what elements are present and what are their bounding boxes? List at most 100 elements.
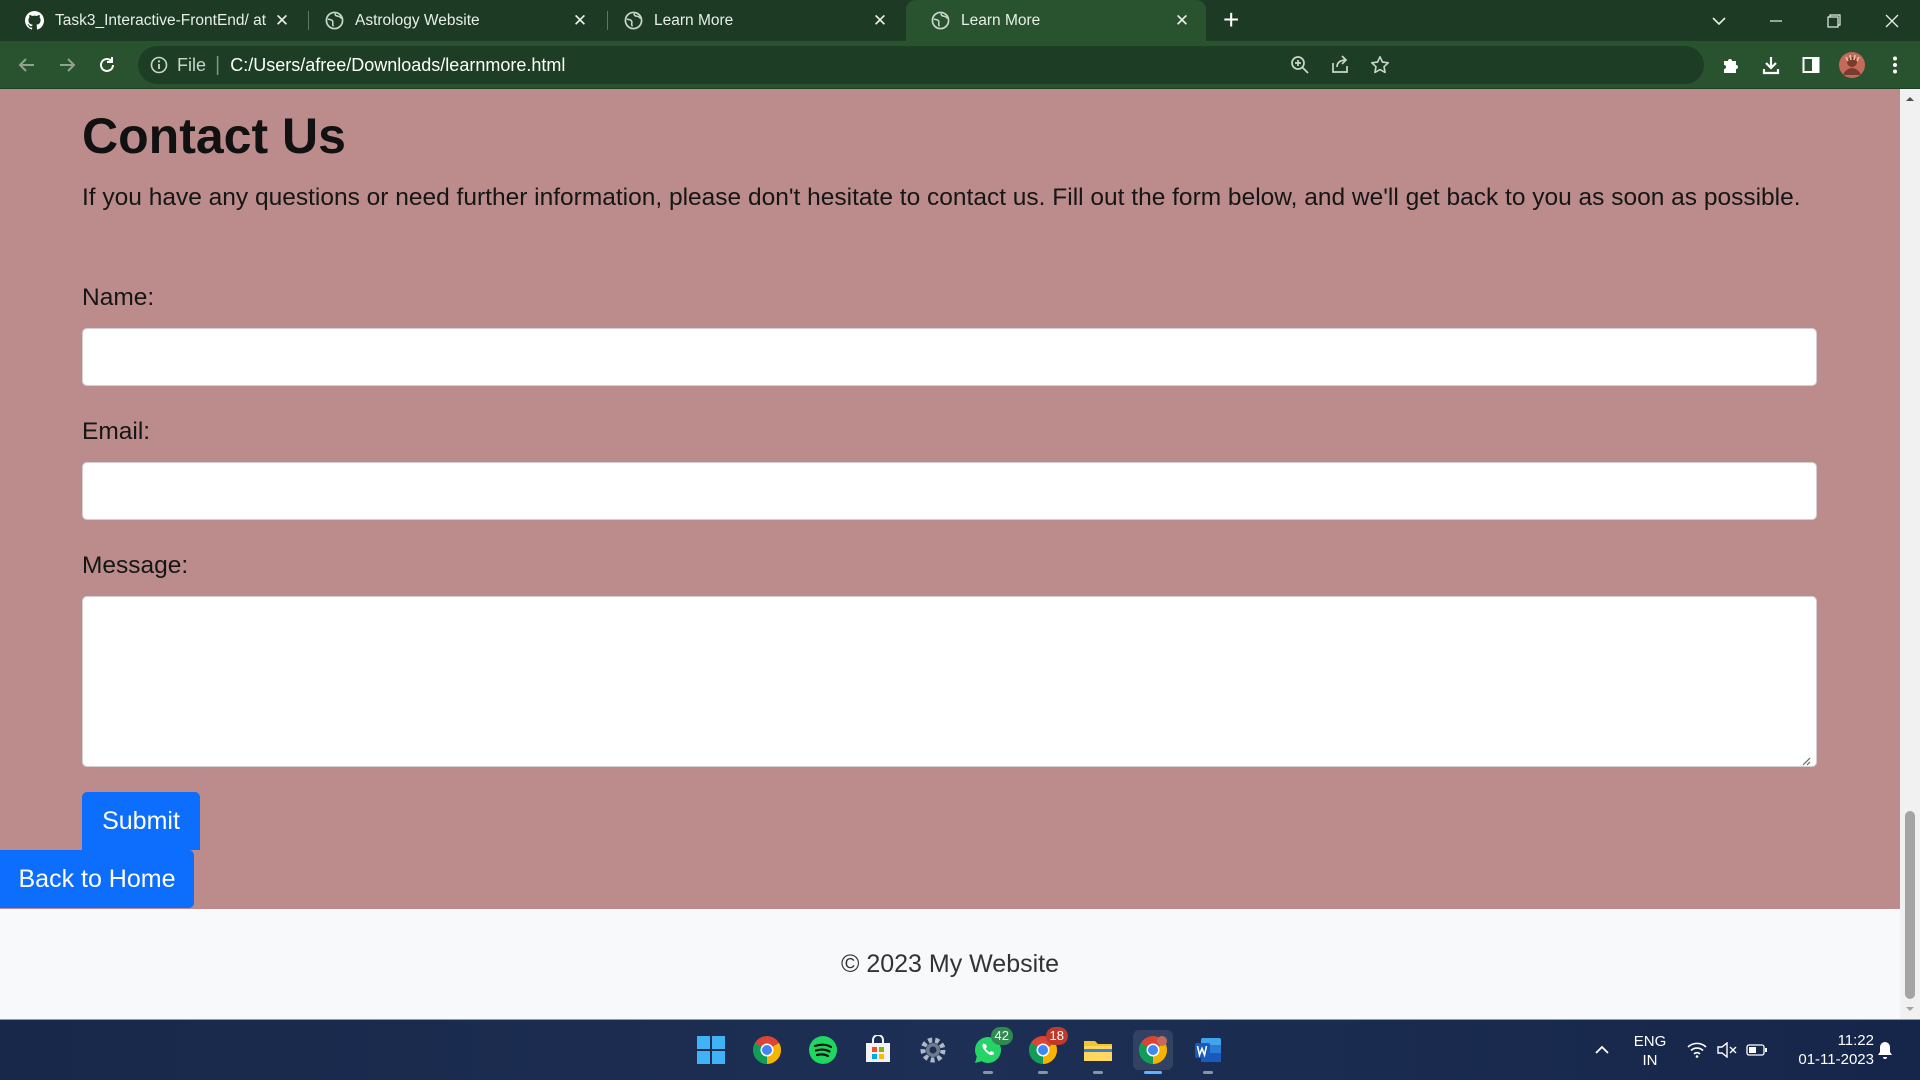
- bell-icon: [1878, 1042, 1892, 1059]
- restore-button[interactable]: [1812, 0, 1856, 41]
- globe-icon: [325, 11, 344, 30]
- tab-github[interactable]: Task3_Interactive-FrontEnd/ at m ✕: [0, 0, 306, 41]
- clock[interactable]: 11:22 01-11-2023: [1780, 1031, 1874, 1069]
- minimize-icon: [1770, 19, 1782, 22]
- taskbar-chrome[interactable]: [747, 1030, 787, 1070]
- submit-button[interactable]: Submit: [82, 792, 200, 850]
- restore-icon: [1827, 13, 1841, 28]
- tab-title: Learn More: [961, 11, 1041, 29]
- tab-close-icon[interactable]: ✕: [869, 11, 891, 31]
- taskbar-file-explorer[interactable]: [1078, 1030, 1118, 1074]
- active-indicator: [1144, 1071, 1162, 1074]
- intro-text: If you have any questions or need furthe…: [82, 184, 1801, 211]
- running-indicator: [1093, 1071, 1103, 1074]
- running-indicator: [983, 1071, 993, 1074]
- gear-icon: [920, 1037, 946, 1063]
- address-bar[interactable]: File | C:/Users/afree/Downloads/learnmor…: [138, 46, 1704, 84]
- zoom-button[interactable]: [1288, 53, 1312, 77]
- minimize-button[interactable]: [1754, 0, 1798, 41]
- tab-search-button[interactable]: [1702, 0, 1736, 41]
- zoom-icon: [1291, 56, 1309, 74]
- resize-grip-icon[interactable]: [1799, 754, 1811, 766]
- email-input[interactable]: [82, 462, 1817, 520]
- tab-title: Learn More: [654, 11, 734, 29]
- profile-avatar[interactable]: [1838, 51, 1866, 79]
- vertical-scrollbar[interactable]: [1900, 89, 1920, 1019]
- scroll-thumb[interactable]: [1905, 811, 1915, 999]
- arrow-left-icon: [18, 58, 34, 72]
- show-hidden-icons-button[interactable]: [1591, 1040, 1613, 1060]
- back-button[interactable]: [13, 51, 41, 79]
- tab-close-icon[interactable]: ✕: [1171, 11, 1193, 31]
- address-scheme: File: [177, 54, 207, 75]
- browser-toolbar: File | C:/Users/afree/Downloads/learnmor…: [0, 41, 1920, 89]
- close-window-button[interactable]: [1870, 0, 1914, 41]
- page-viewport: Contact Us If you have any questions or …: [0, 89, 1900, 1019]
- tab-astrology-website[interactable]: Astrology Website ✕: [300, 0, 604, 41]
- scroll-up-arrow-icon[interactable]: [1905, 94, 1915, 104]
- chrome-icon: [753, 1036, 781, 1064]
- tab-learn-more[interactable]: Learn More ✕: [599, 0, 904, 41]
- tab-learn-more-active[interactable]: Learn More ✕: [906, 0, 1206, 41]
- scroll-down-arrow-icon[interactable]: [1905, 1004, 1915, 1014]
- taskbar-chrome-profile[interactable]: 18: [1023, 1027, 1068, 1074]
- tab-close-icon[interactable]: ✕: [569, 11, 591, 31]
- info-icon[interactable]: [149, 55, 169, 75]
- bookmark-button[interactable]: [1368, 53, 1392, 77]
- taskbar-word[interactable]: [1188, 1030, 1228, 1074]
- taskbar-microsoft-store[interactable]: [858, 1030, 898, 1070]
- share-button[interactable]: [1328, 53, 1352, 77]
- reload-icon: [100, 57, 114, 72]
- name-input[interactable]: [82, 328, 1817, 386]
- github-icon: [25, 11, 44, 30]
- language-indicator[interactable]: ENG IN: [1628, 1032, 1672, 1070]
- clock-date: 01-11-2023: [1798, 1051, 1874, 1068]
- running-indicator: [1203, 1071, 1213, 1074]
- star-icon: [1371, 56, 1389, 74]
- back-to-home-button[interactable]: Back to Home: [0, 850, 194, 908]
- globe-icon: [931, 11, 950, 30]
- tab-close-icon[interactable]: ✕: [271, 11, 293, 31]
- puzzle-icon: [1724, 59, 1738, 73]
- volume-muted-icon: [1717, 1042, 1737, 1058]
- extensions-button[interactable]: [1719, 53, 1743, 77]
- message-textarea[interactable]: [82, 596, 1817, 767]
- message-label: Message:: [82, 552, 189, 579]
- email-label: Email:: [82, 418, 151, 445]
- kebab-menu-icon: [1893, 56, 1897, 74]
- taskbar-spotify[interactable]: [803, 1030, 843, 1070]
- downloads-button[interactable]: [1759, 53, 1783, 77]
- start-button[interactable]: [691, 1030, 731, 1070]
- footer-copyright: © 2023 My Website: [840, 949, 1060, 978]
- battery-status[interactable]: [1746, 1040, 1768, 1060]
- windows-taskbar: 42 18 ENG IN 11:22 01-11-2023: [0, 1020, 1920, 1080]
- tab-title: Astrology Website: [355, 11, 480, 29]
- chrome-icon: [1139, 1036, 1167, 1064]
- taskbar-chrome-active[interactable]: [1133, 1030, 1173, 1074]
- tab-title: Task3_Interactive-FrontEnd/ at m: [55, 11, 271, 29]
- clock-time: 11:22: [1837, 1032, 1874, 1049]
- taskbar-settings[interactable]: [913, 1030, 953, 1070]
- reload-button[interactable]: [93, 51, 121, 79]
- folder-icon: [1084, 1041, 1112, 1061]
- close-icon: [1885, 14, 1899, 27]
- avatar-icon: [1839, 52, 1865, 78]
- address-url[interactable]: C:/Users/afree/Downloads/learnmore.html: [230, 55, 565, 76]
- browser-tab-strip: Task3_Interactive-FrontEnd/ at m ✕ Astro…: [0, 0, 1920, 41]
- taskbar-whatsapp[interactable]: 42: [968, 1027, 1013, 1074]
- store-icon: [866, 1035, 890, 1062]
- spotify-icon: [809, 1036, 837, 1064]
- wifi-status[interactable]: [1686, 1040, 1708, 1060]
- globe-icon: [624, 11, 643, 30]
- side-panel-button[interactable]: [1799, 53, 1823, 77]
- side-panel-icon: [1802, 57, 1820, 73]
- region-code: IN: [1642, 1052, 1658, 1069]
- notifications-button[interactable]: [1874, 1040, 1896, 1060]
- address-separator: |: [215, 53, 221, 76]
- volume-status[interactable]: [1716, 1040, 1738, 1060]
- new-tab-button[interactable]: +: [1223, 6, 1239, 34]
- name-label: Name:: [82, 284, 155, 311]
- menu-button[interactable]: [1883, 53, 1907, 77]
- download-icon: [1762, 57, 1780, 75]
- forward-button[interactable]: [53, 51, 81, 79]
